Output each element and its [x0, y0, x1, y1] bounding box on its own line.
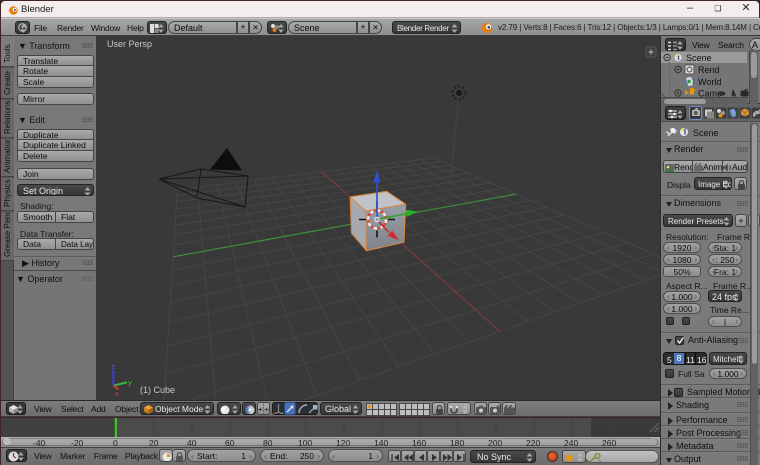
svg-text:World: World [698, 77, 721, 87]
svg-text:(1) Cube: (1) Cube [140, 385, 175, 395]
svg-text:User Persp: User Persp [107, 39, 152, 49]
svg-text:z: z [112, 362, 116, 371]
svg-text:x: x [115, 389, 119, 398]
svg-text:Rend: Rend [698, 65, 720, 75]
svg-text:Scene: Scene [686, 53, 712, 63]
svg-text:y: y [128, 378, 132, 387]
